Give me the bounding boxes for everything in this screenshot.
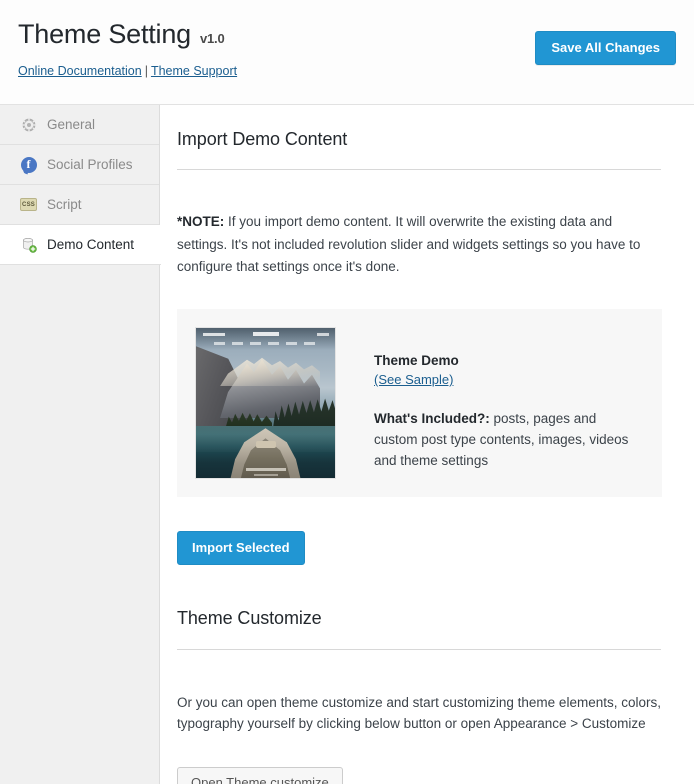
version-label: v1.0 [200, 31, 225, 46]
customize-section-title: Theme Customize [177, 565, 678, 630]
thumb-overlay-subcaption [254, 474, 278, 476]
thumb-overlay-caption [246, 468, 286, 471]
header-links: Online Documentation|Theme Support [18, 64, 676, 78]
sidebar-item-general[interactable]: General [0, 105, 159, 145]
note-label: *NOTE: [177, 214, 224, 229]
sidebar-item-social-profiles[interactable]: Social Profiles [0, 145, 159, 185]
online-documentation-link[interactable]: Online Documentation [18, 64, 142, 78]
thumb-canoe-seat [256, 441, 276, 448]
sidebar-item-demo-content[interactable]: Demo Content [0, 225, 161, 265]
see-sample-link[interactable]: (See Sample) [374, 372, 453, 387]
thumb-site-title [253, 332, 279, 336]
theme-support-link[interactable]: Theme Support [151, 64, 237, 78]
open-theme-customize-button[interactable]: Open Theme customize [177, 767, 343, 784]
import-note: *NOTE: If you import demo content. It wi… [177, 211, 662, 278]
sidebar-item-label: General [47, 118, 95, 132]
sidebar-item-label: Script [47, 198, 82, 212]
page-body: General Social Profiles CSS Script [0, 105, 694, 784]
css-badge-icon: CSS [20, 196, 37, 213]
sidebar-item-label: Demo Content [47, 238, 134, 252]
sidebar-item-label: Social Profiles [47, 158, 133, 172]
thumb-site-nav-right [317, 333, 329, 336]
import-selected-button[interactable]: Import Selected [177, 531, 305, 565]
facebook-icon [20, 156, 37, 173]
demo-name: Theme Demo [374, 352, 642, 370]
demo-card[interactable]: Theme Demo (See Sample) What's Included?… [177, 309, 662, 497]
demo-sample-row: (See Sample) [374, 370, 642, 391]
demo-thumbnail[interactable] [195, 327, 336, 479]
page-title: Theme Setting [18, 20, 191, 50]
thumb-site-logo [203, 333, 225, 336]
page-header: Theme Setting v1.0 Online Documentation|… [0, 0, 694, 105]
section-divider [177, 649, 661, 650]
note-text: If you import demo content. It will over… [177, 214, 640, 274]
import-section-title: Import Demo Content [177, 105, 678, 151]
demo-included: What's Included?: posts, pages and custo… [374, 409, 642, 472]
thumb-site-navbar [196, 328, 335, 350]
customize-description: Or you can open theme customize and star… [177, 692, 666, 736]
sidebar-item-script[interactable]: CSS Script [0, 185, 159, 225]
save-all-changes-button[interactable]: Save All Changes [535, 31, 676, 65]
gear-icon [20, 116, 37, 133]
main-content: Import Demo Content *NOTE: If you import… [160, 105, 694, 784]
database-add-icon [20, 236, 37, 253]
section-divider [177, 169, 661, 170]
thumb-site-menu [214, 342, 321, 345]
demo-meta: Theme Demo (See Sample) What's Included?… [336, 327, 642, 472]
sidebar-nav: General Social Profiles CSS Script [0, 105, 160, 784]
links-separator: | [142, 64, 151, 78]
included-label: What's Included?: [374, 411, 490, 426]
